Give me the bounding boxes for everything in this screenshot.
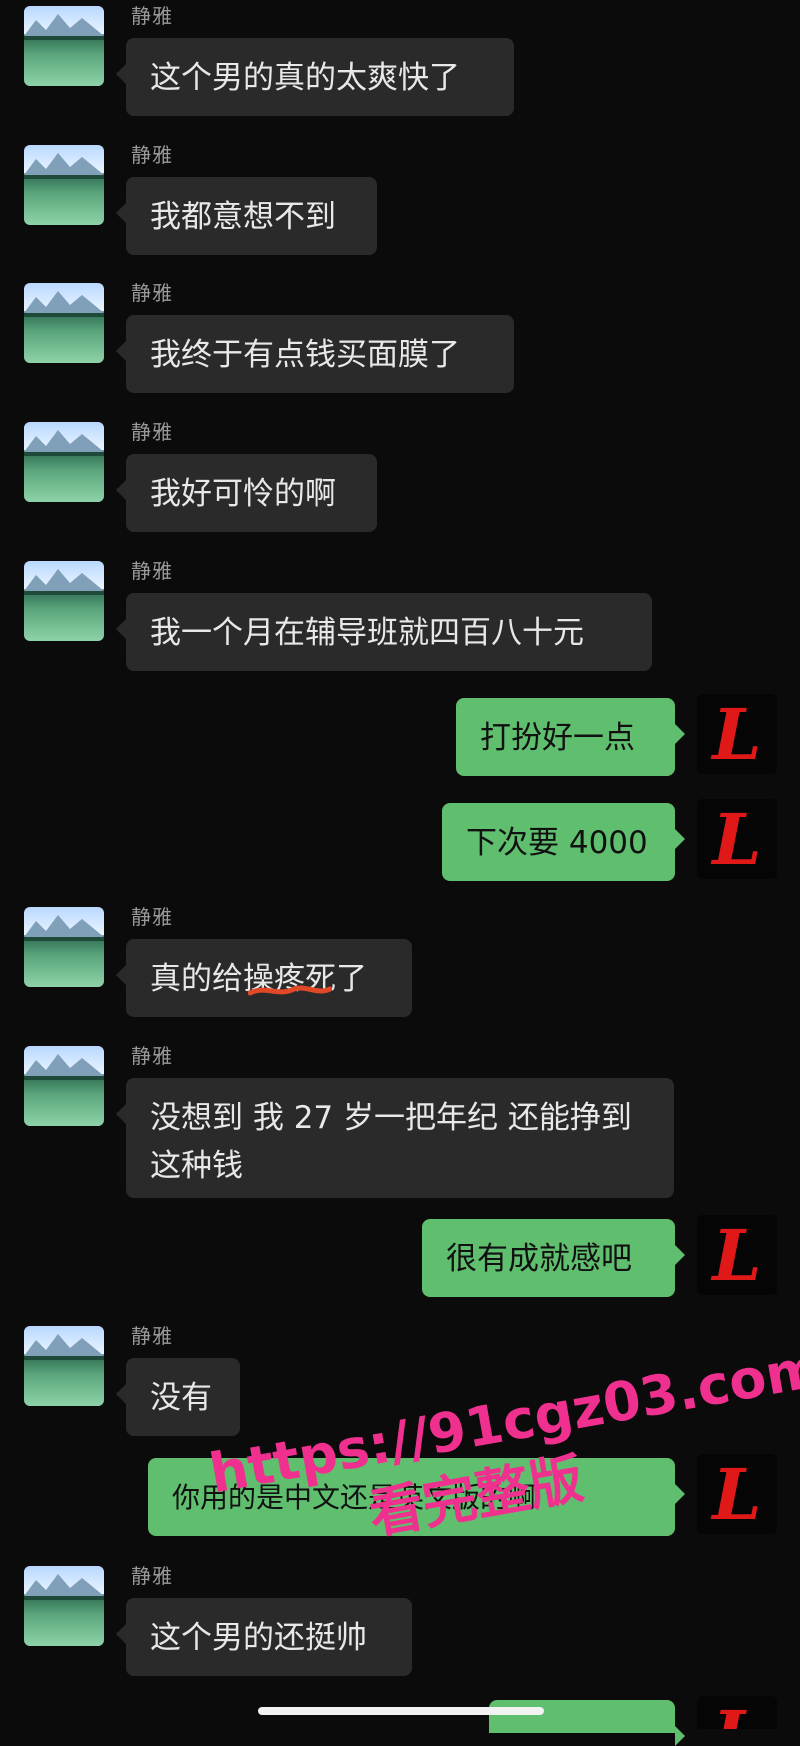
message-bubble[interactable]: 没有 xyxy=(116,1358,240,1436)
message-bubble-partial[interactable] xyxy=(489,1700,685,1746)
message-bubble[interactable]: 我都意想不到 xyxy=(116,177,377,255)
sender-name: 静雅 xyxy=(131,905,173,929)
contact-avatar[interactable] xyxy=(24,283,104,363)
sender-name: 静雅 xyxy=(131,281,173,305)
contact-avatar[interactable] xyxy=(24,6,104,86)
contact-avatar[interactable] xyxy=(24,1326,104,1406)
contact-avatar[interactable] xyxy=(24,1046,104,1126)
my-avatar[interactable]: L xyxy=(697,1215,777,1295)
sender-name: 静雅 xyxy=(131,4,173,28)
my-avatar[interactable]: L xyxy=(697,694,777,774)
message-bubble[interactable]: 这个男的真的太爽快了 xyxy=(116,38,514,116)
letter-l-icon: L xyxy=(712,1215,762,1295)
scribble-mark xyxy=(248,985,332,996)
sender-name: 静雅 xyxy=(131,1564,173,1588)
letter-l-icon: L xyxy=(697,1696,777,1729)
home-indicator[interactable] xyxy=(258,1707,544,1715)
letter-l-icon: L xyxy=(712,694,762,774)
contact-avatar[interactable] xyxy=(24,907,104,987)
message-bubble[interactable]: 真的给操疼死了 xyxy=(116,939,412,1017)
letter-l-icon: L xyxy=(712,799,762,879)
contact-avatar[interactable] xyxy=(24,422,104,502)
my-avatar[interactable]: L xyxy=(697,799,777,879)
contact-avatar[interactable] xyxy=(24,1566,104,1646)
my-avatar[interactable]: L xyxy=(697,1696,777,1729)
sender-name: 静雅 xyxy=(131,1324,173,1348)
sender-name: 静雅 xyxy=(131,559,173,583)
sender-name: 静雅 xyxy=(131,1044,173,1068)
contact-avatar[interactable] xyxy=(24,145,104,225)
message-bubble[interactable]: 我好可怜的啊 xyxy=(116,454,377,532)
message-bubble[interactable]: 打扮好一点 xyxy=(456,698,685,776)
sender-name: 静雅 xyxy=(131,420,173,444)
message-bubble[interactable]: 我终于有点钱买面膜了 xyxy=(116,315,514,393)
sender-name: 静雅 xyxy=(131,143,173,167)
message-bubble[interactable]: 没想到 我 27 岁一把年纪 还能挣到 这种钱 xyxy=(116,1078,674,1198)
contact-avatar[interactable] xyxy=(24,561,104,641)
message-bubble[interactable]: 我一个月在辅导班就四百八十元 xyxy=(116,593,652,671)
message-bubble[interactable]: 很有成就感吧 xyxy=(422,1219,685,1297)
message-bubble[interactable]: 下次要 4000 xyxy=(442,803,685,881)
